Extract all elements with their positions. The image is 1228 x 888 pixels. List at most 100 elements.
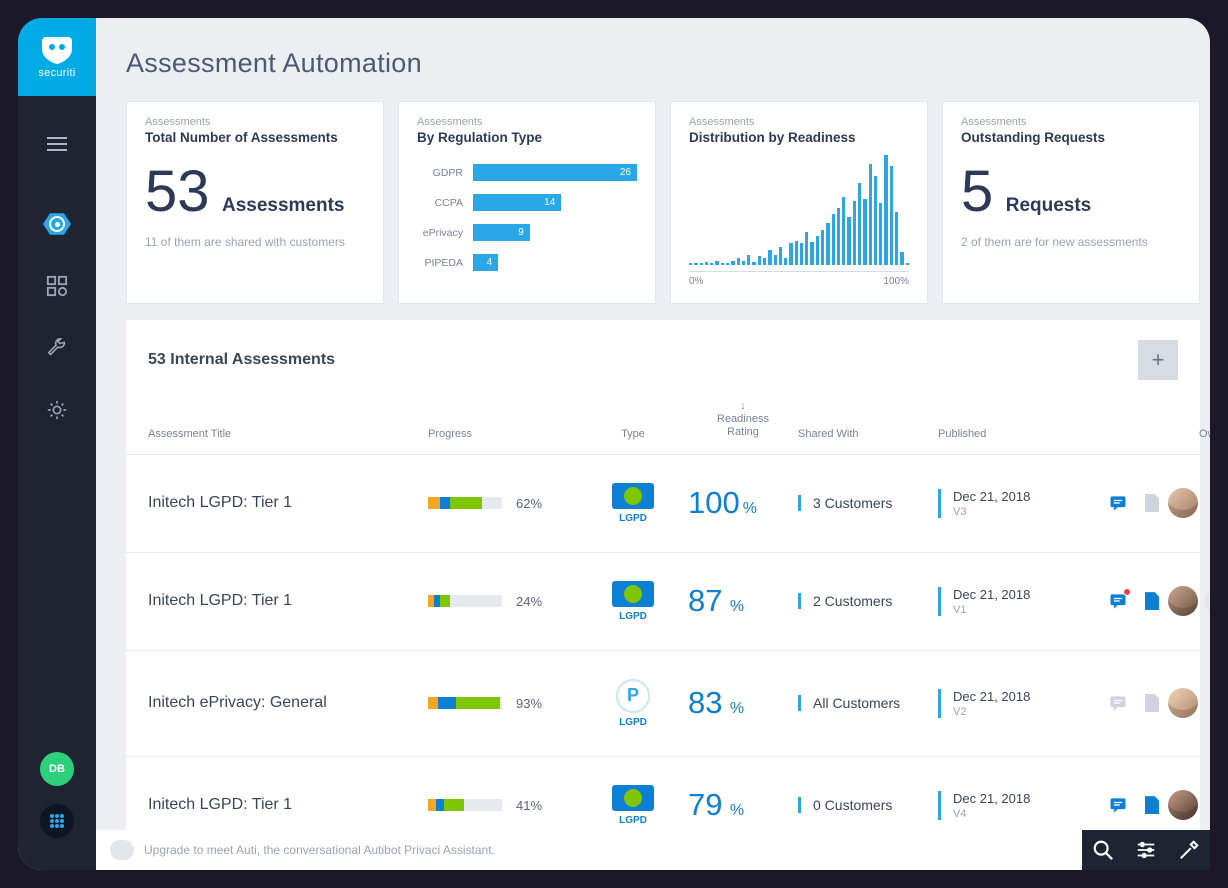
card-title: By Regulation Type	[417, 130, 637, 145]
sidebar-item-settings[interactable]	[37, 390, 77, 430]
histogram-bar	[874, 176, 877, 265]
col-published[interactable]: Published	[938, 400, 1108, 440]
axis-max: 100%	[883, 276, 909, 287]
histogram-bar	[784, 258, 787, 265]
card-title: Total Number of Assessments	[145, 130, 365, 145]
owners-cell: +2	[1168, 586, 1210, 616]
histogram-bar	[795, 241, 798, 265]
type-flag-icon	[612, 483, 654, 509]
card-kicker: Assessments	[961, 116, 1181, 128]
sidebar-item-dashboard[interactable]	[37, 266, 77, 306]
chat-icon[interactable]	[1108, 693, 1128, 713]
col-owners[interactable]: Owners	[1168, 400, 1210, 440]
sidebar-item-assessments[interactable]	[37, 204, 77, 244]
col-readiness[interactable]: ↓ Readiness Rating	[688, 400, 798, 440]
gear-icon	[46, 399, 68, 421]
histogram-bar	[805, 232, 808, 265]
histogram-bar	[847, 217, 850, 265]
histogram-bar	[752, 262, 755, 265]
histogram-bar	[705, 262, 708, 265]
bottom-tools	[1082, 830, 1210, 870]
card-outstanding-requests: Assessments Outstanding Requests 5 Reque…	[942, 101, 1200, 304]
card-distribution: Assessments Distribution by Readiness 0%…	[670, 101, 928, 304]
owner-avatar[interactable]	[1168, 586, 1198, 616]
row-title: Initech LGPD: Tier 1	[148, 592, 428, 610]
histogram-bar	[789, 243, 792, 265]
requests-suffix: Requests	[1006, 195, 1092, 216]
hamburger-icon	[47, 143, 67, 145]
histogram-bar	[900, 252, 903, 265]
add-assessment-button[interactable]: +	[1138, 340, 1178, 380]
histogram-bar	[726, 263, 729, 265]
owners-cell	[1168, 488, 1210, 518]
progress-cell: 24%	[428, 594, 578, 609]
type-flag-icon	[612, 581, 654, 607]
chat-icon[interactable]	[1108, 795, 1128, 815]
histogram-bar	[853, 201, 856, 265]
total-number: 53	[145, 163, 210, 221]
bottom-bar: Upgrade to meet Auti, the conversational…	[96, 830, 1210, 870]
user-avatar[interactable]: DB	[40, 752, 74, 786]
type-cell: LGPD	[578, 785, 688, 826]
histogram-bar	[694, 263, 697, 265]
bar-fill: 9	[473, 224, 530, 241]
file-icon[interactable]	[1142, 795, 1162, 815]
col-title[interactable]: Assessment Title	[148, 400, 428, 440]
table-row[interactable]: Initech LGPD: Tier 124%LGPD87 %2 Custome…	[126, 552, 1200, 650]
owner-avatar[interactable]	[1168, 790, 1198, 820]
card-note: 11 of them are shared with customers	[145, 235, 365, 249]
col-type[interactable]: Type	[578, 400, 688, 440]
histogram-bar	[774, 255, 777, 265]
nav-toggle[interactable]	[37, 124, 77, 164]
row-title: Initech LGPD: Tier 1	[148, 796, 428, 814]
progress-value: 62%	[516, 496, 542, 511]
app-switcher[interactable]	[40, 804, 74, 838]
row-icons	[1108, 795, 1168, 815]
histogram-bar	[721, 263, 724, 265]
readiness-cell: 79 %	[688, 787, 798, 823]
col-progress[interactable]: Progress	[428, 400, 578, 440]
file-icon[interactable]	[1142, 591, 1162, 611]
table-row[interactable]: Initech LGPD: Tier 162%LGPD100%3 Custome…	[126, 454, 1200, 552]
tools-icon[interactable]	[1178, 839, 1200, 861]
table-row[interactable]: Initech ePrivacy: General93%PLGPD83 %All…	[126, 650, 1200, 756]
owner-avatar[interactable]	[1168, 488, 1198, 518]
histogram-bar	[842, 197, 845, 265]
progress-value: 24%	[516, 594, 542, 609]
chat-icon[interactable]	[1108, 493, 1128, 513]
histogram-bar	[747, 255, 750, 265]
bar-fill: 26	[473, 164, 637, 181]
file-icon[interactable]	[1142, 493, 1162, 513]
col-shared[interactable]: Shared With	[798, 400, 938, 440]
card-by-regulation: Assessments By Regulation Type GDPR26CCP…	[398, 101, 656, 304]
type-label: LGPD	[619, 717, 647, 728]
sort-arrow-icon: ↓	[740, 400, 746, 413]
histogram-bar	[884, 155, 887, 265]
brand[interactable]: securiti	[18, 18, 96, 96]
table-row[interactable]: Initech LGPD: Tier 141%LGPD79 %0 Custome…	[126, 756, 1200, 830]
type-label: LGPD	[619, 815, 647, 826]
owner-avatar[interactable]	[1168, 688, 1198, 718]
search-icon[interactable]	[1092, 839, 1114, 861]
owner-overflow-badge[interactable]: +2	[1204, 590, 1210, 612]
histogram-bar	[858, 183, 861, 266]
filter-icon[interactable]	[1135, 839, 1157, 861]
row-title: Initech LGPD: Tier 1	[148, 494, 428, 512]
owners-cell	[1168, 688, 1210, 718]
histogram-bar	[869, 164, 872, 265]
type-label: LGPD	[619, 611, 647, 622]
histogram-bar	[800, 243, 803, 265]
file-icon[interactable]	[1142, 693, 1162, 713]
progress-cell: 41%	[428, 798, 578, 813]
total-suffix: Assessments	[222, 195, 345, 216]
card-total-assessments: Assessments Total Number of Assessments …	[126, 101, 384, 304]
sidebar-item-tools[interactable]	[37, 328, 77, 368]
table-title: 53 Internal Assessments	[148, 351, 335, 369]
histogram-bar	[731, 261, 734, 265]
readiness-cell: 100%	[688, 485, 798, 521]
card-title: Outstanding Requests	[961, 130, 1181, 145]
owners-cell	[1168, 790, 1210, 820]
type-label: LGPD	[619, 513, 647, 524]
chat-icon[interactable]	[1108, 591, 1128, 611]
assistant-hint[interactable]: Upgrade to meet Auti, the conversational…	[96, 830, 1082, 870]
